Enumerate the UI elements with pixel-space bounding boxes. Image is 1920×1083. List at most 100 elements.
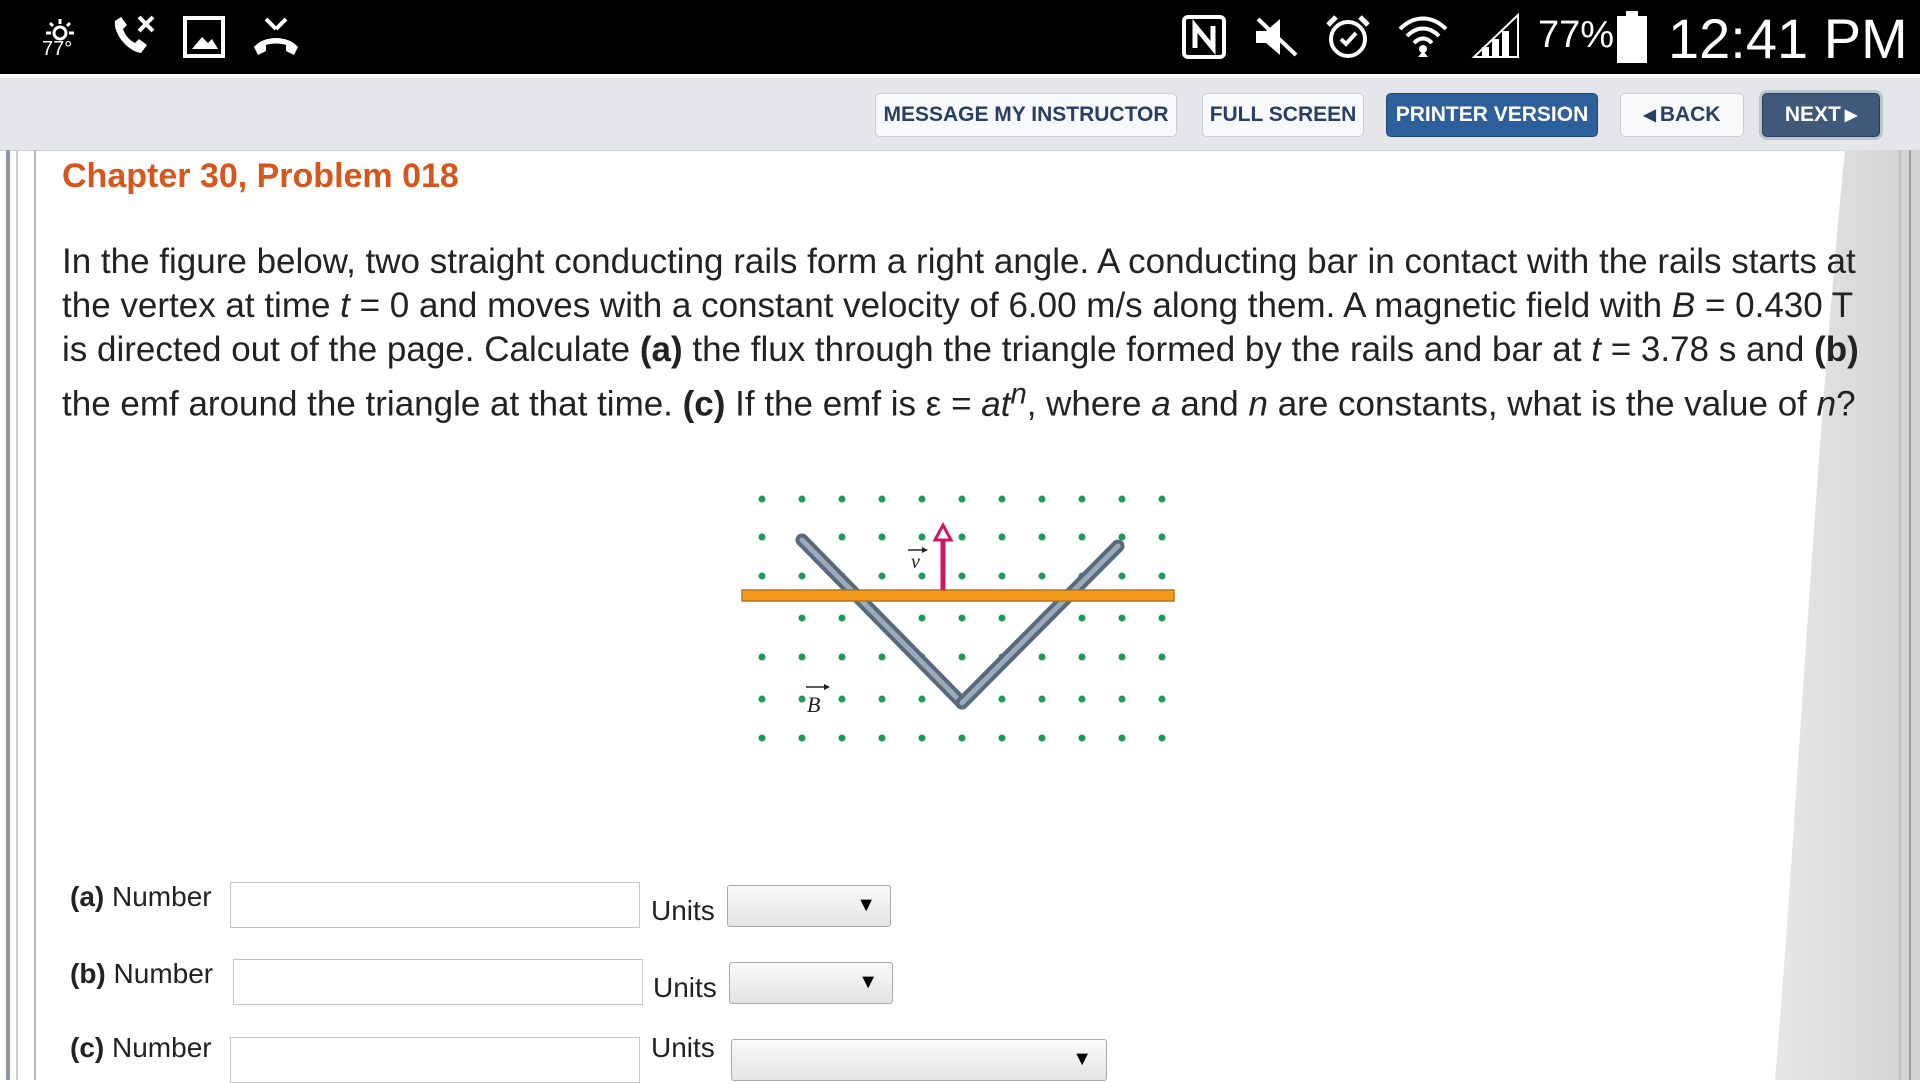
dropdown-arrow-icon: ▼ [858, 971, 878, 993]
field-dot [1118, 614, 1126, 622]
field-dot [878, 533, 886, 541]
call-end-icon [248, 0, 304, 74]
frame-border-inner [16, 150, 18, 1080]
field-dot [958, 653, 966, 661]
gallery-icon [178, 0, 230, 74]
next-button-label: NEXT [1784, 103, 1841, 126]
field-dot [798, 695, 806, 703]
rail-left [795, 533, 969, 710]
field-dot [1038, 495, 1046, 503]
rails-figure: v B [741, 495, 1175, 742]
field-dot [758, 653, 766, 661]
answer-b-units-select[interactable]: ▼ [729, 962, 893, 1004]
field-dot [1038, 695, 1046, 703]
field-dot [1158, 533, 1166, 541]
answer-a-units-select[interactable]: ▼ [727, 885, 891, 927]
field-dot [1078, 734, 1086, 742]
problem-title: Chapter 30, Problem 018 [62, 157, 459, 195]
answer-b-label: (b) Number [70, 958, 214, 989]
field-dot [1078, 695, 1086, 703]
field-dot [1118, 572, 1126, 580]
field-dot [958, 495, 966, 503]
field-dot [1078, 495, 1086, 503]
field-dot [838, 614, 846, 622]
field-dot [1158, 653, 1166, 661]
field-dot [918, 495, 926, 503]
battery-percent: 77% [1538, 14, 1615, 56]
field-dot [958, 614, 966, 622]
weather-icon [38, 0, 82, 74]
assignment-toolbar: MESSAGE MY INSTRUCTOR FULL SCREEN PRINTE… [0, 78, 1920, 151]
battery-icon [1614, 0, 1650, 74]
velocity-arrowhead [932, 521, 954, 542]
field-dot [758, 495, 766, 503]
field-dot [918, 695, 926, 703]
field-dot [998, 695, 1006, 703]
problem-statement: In the figure below, two straight conduc… [62, 242, 1859, 424]
field-dot [918, 614, 926, 622]
answer-a-label: (a) Number [70, 881, 212, 912]
field-dot [958, 572, 966, 580]
field-dot [878, 572, 886, 580]
chevron-right-icon: ▶ [1844, 107, 1858, 124]
velocity-label: v [911, 551, 920, 573]
answer-b-input[interactable] [233, 959, 643, 1005]
printer-version-button[interactable]: PRINTER VERSION [1386, 93, 1598, 137]
field-dot [1078, 533, 1086, 541]
field-dot [1158, 614, 1166, 622]
next-button[interactable]: NEXT ▶ [1762, 93, 1880, 137]
field-dot [998, 734, 1006, 742]
temperature: 77° [42, 38, 73, 60]
answer-a-units-label: Units [651, 895, 715, 926]
back-button[interactable]: ◀ BACK [1620, 93, 1744, 137]
field-dot [1078, 614, 1086, 622]
field-dot [1038, 533, 1046, 541]
dropdown-arrow-icon: ▼ [1072, 1048, 1092, 1070]
answer-c-input[interactable] [230, 1037, 640, 1083]
back-button-label: BACK [1659, 103, 1721, 126]
field-dot [998, 533, 1006, 541]
field-dot [1038, 653, 1046, 661]
chevron-left-icon: ◀ [1643, 107, 1656, 124]
field-dot [1118, 734, 1126, 742]
field-dot [918, 734, 926, 742]
field-dot [1118, 533, 1126, 541]
field-dot [1038, 734, 1046, 742]
field-dot [1118, 653, 1126, 661]
rail-right [955, 539, 1125, 710]
field-value: 0.430 T [1735, 286, 1853, 325]
field-dot [838, 734, 846, 742]
field-dot [1118, 495, 1126, 503]
field-dot [838, 495, 846, 503]
field-dot [798, 614, 806, 622]
wifi-icon [1394, 0, 1452, 74]
field-dot [798, 653, 806, 661]
frame-border-content [34, 150, 36, 1080]
field-dot [998, 495, 1006, 503]
field-dot [958, 734, 966, 742]
field-dot [998, 572, 1006, 580]
answer-c-units-label: Units [651, 1032, 715, 1063]
message-instructor-button[interactable]: MESSAGE MY INSTRUCTOR [875, 93, 1177, 137]
field-dot [878, 695, 886, 703]
field-dot [1078, 653, 1086, 661]
answer-c-label: (c) Number [70, 1032, 212, 1063]
field-dot [1038, 572, 1046, 580]
full-screen-button[interactable]: FULL SCREEN [1202, 93, 1364, 137]
clock: 12:41 PM [1668, 7, 1908, 70]
alarm-icon [1322, 0, 1374, 74]
field-dot [758, 572, 766, 580]
field-dot [878, 734, 886, 742]
field-dot [878, 495, 886, 503]
status-bar: 77° 77% 12:41 PM [0, 0, 1920, 74]
dropdown-arrow-icon: ▼ [856, 894, 876, 916]
nfc-icon [1178, 0, 1230, 74]
field-dot [838, 533, 846, 541]
answer-c-units-select[interactable]: ▼ [731, 1039, 1107, 1081]
field-dot [998, 614, 1006, 622]
field-dot [878, 653, 886, 661]
answer-b-units-label: Units [653, 972, 717, 1003]
field-dot [798, 734, 806, 742]
mute-icon [1250, 0, 1302, 74]
answer-a-input[interactable] [230, 882, 640, 928]
